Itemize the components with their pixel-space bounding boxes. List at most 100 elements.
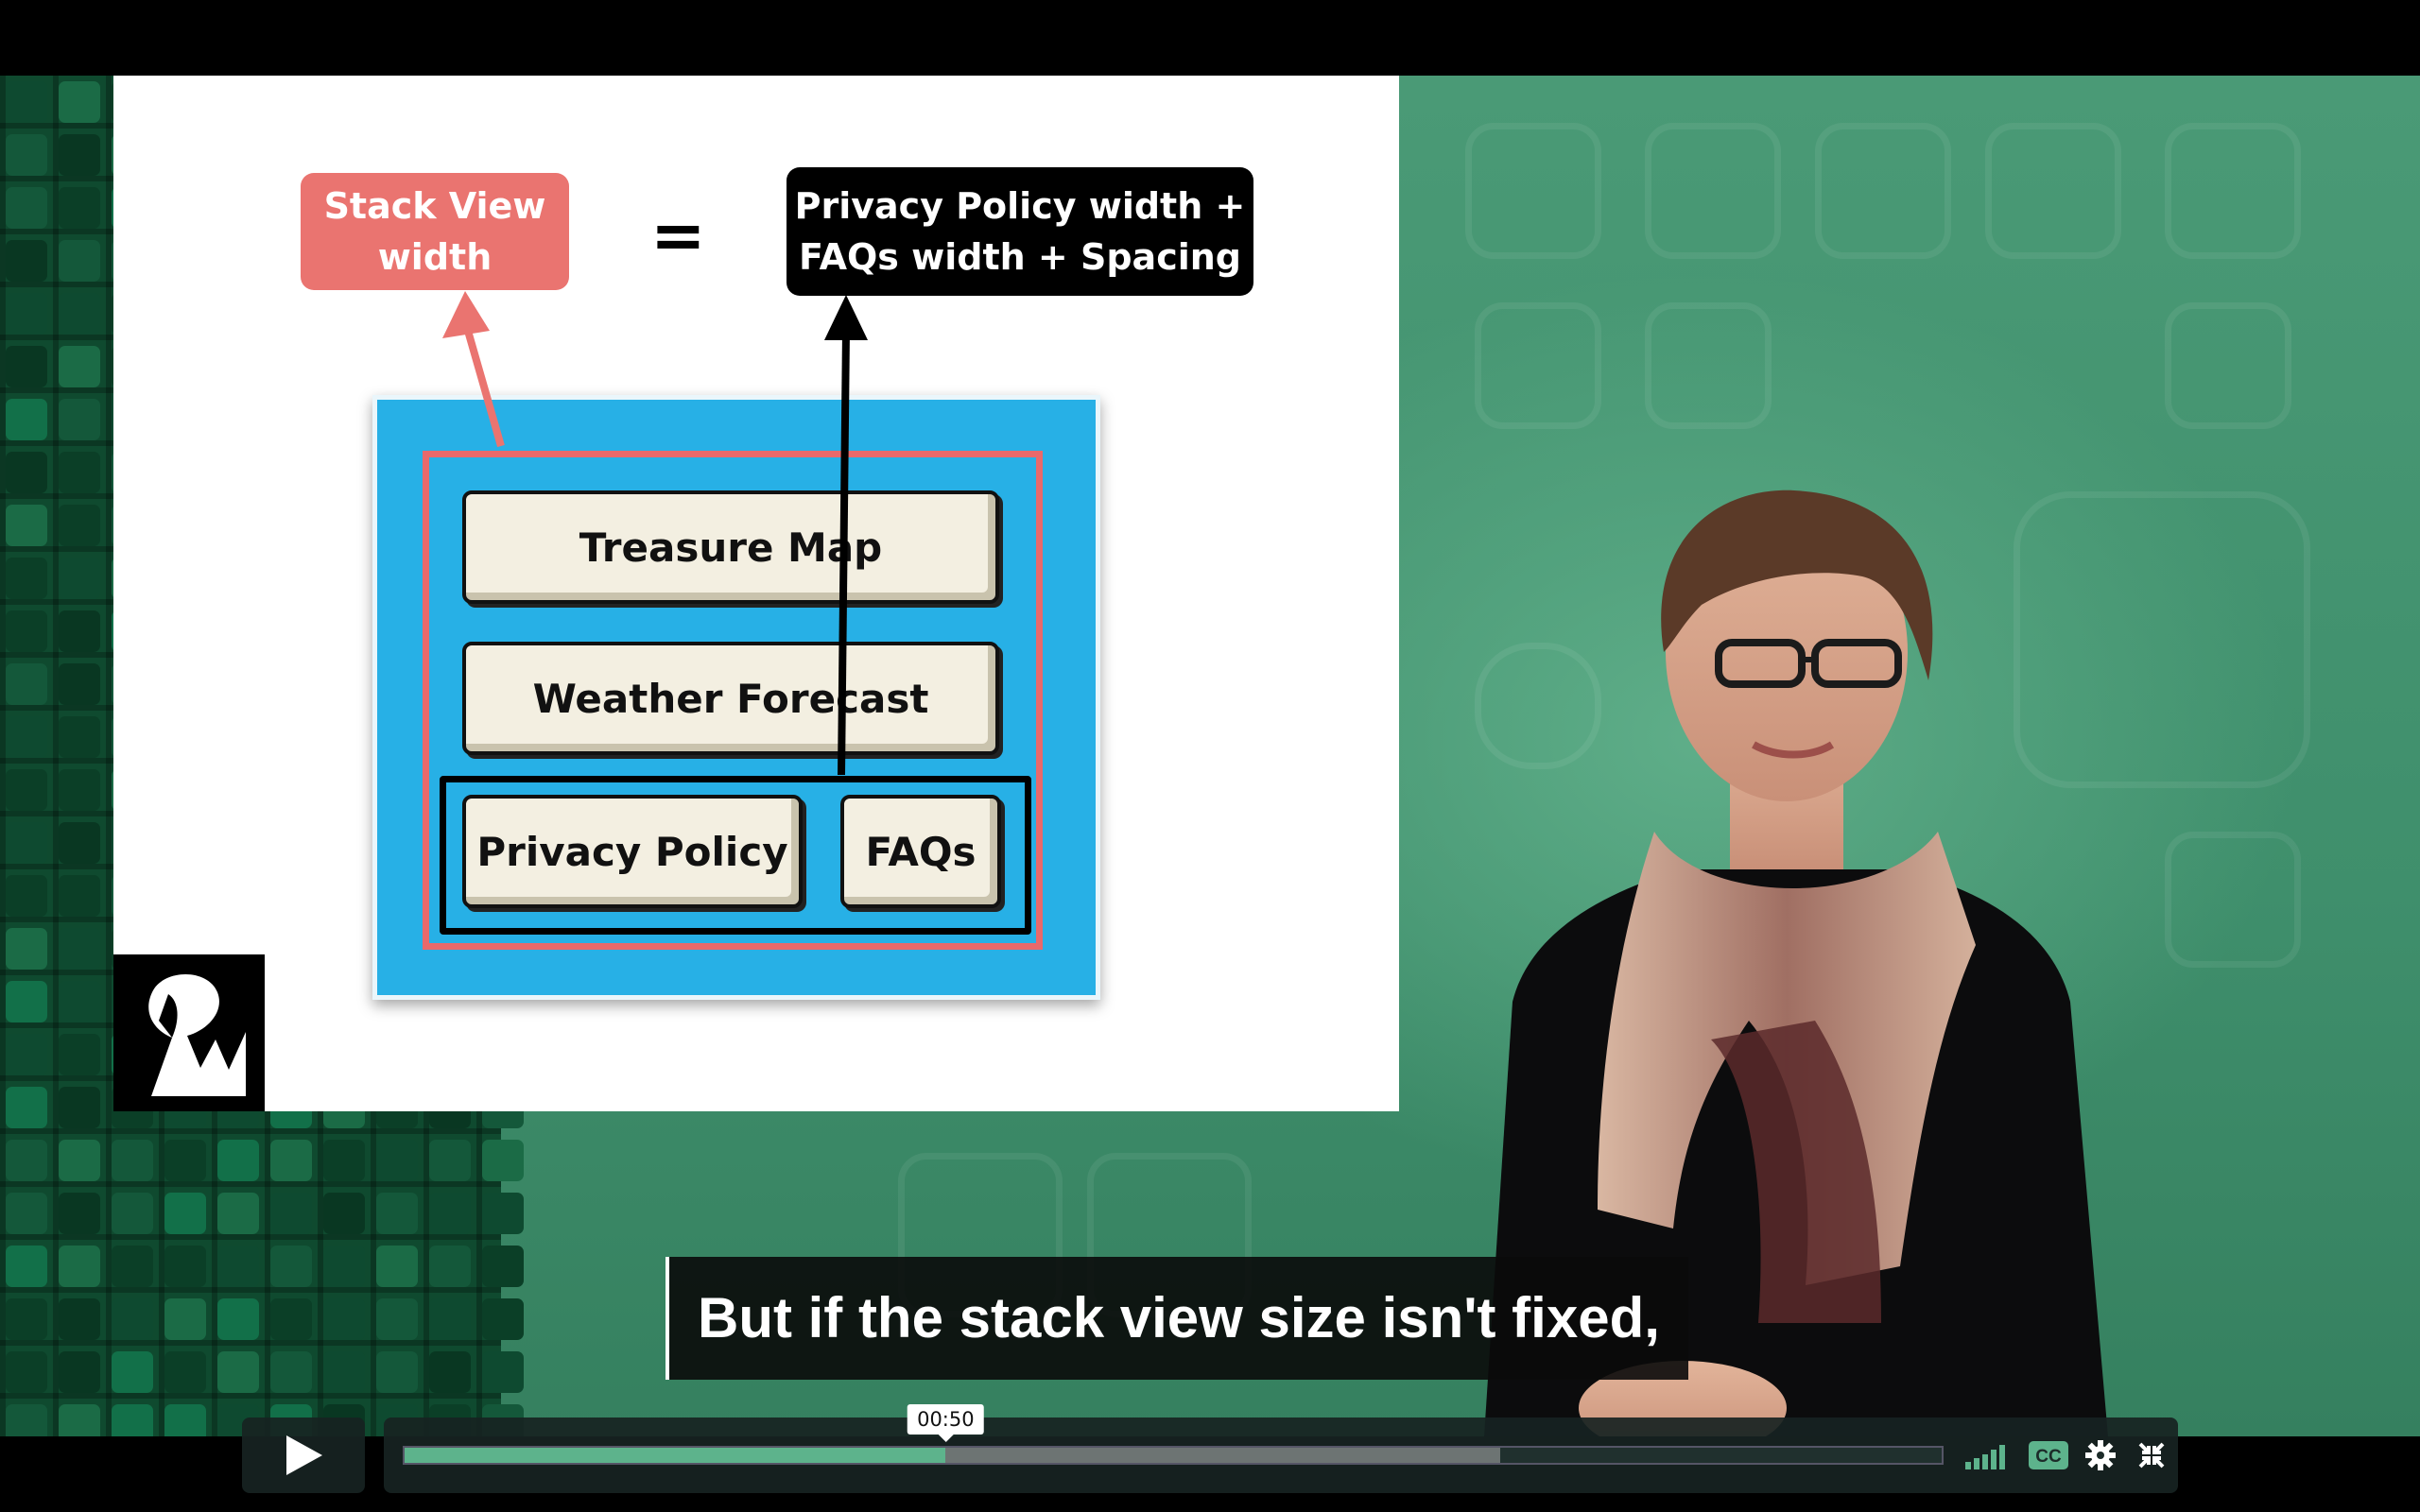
wall-tile bbox=[112, 1246, 153, 1287]
wall-tile bbox=[59, 240, 100, 282]
wall-tile bbox=[6, 81, 47, 123]
cc-label: CC bbox=[2035, 1447, 2062, 1467]
wall-tile bbox=[59, 716, 100, 758]
wall-tile bbox=[164, 1351, 206, 1393]
wall-tile bbox=[59, 610, 100, 652]
progress-bar[interactable]: 00:50 bbox=[403, 1404, 1944, 1465]
wall-tile bbox=[270, 1298, 312, 1340]
wall-tile bbox=[6, 187, 47, 229]
background-icon bbox=[1475, 302, 1601, 429]
wall-tile bbox=[6, 1034, 47, 1075]
background-icon bbox=[1645, 123, 1781, 259]
wall-tile bbox=[429, 1351, 471, 1393]
background-icon bbox=[1465, 123, 1601, 259]
weather-forecast-plank: Weather Forecast bbox=[462, 642, 999, 755]
wall-tile bbox=[59, 1087, 100, 1128]
wall-tile bbox=[6, 1140, 47, 1181]
wall-tile bbox=[6, 1246, 47, 1287]
video-player: Stack View width = Privacy Policy width … bbox=[0, 0, 2420, 1512]
equals-sign: = bbox=[650, 197, 706, 274]
wall-tile bbox=[59, 1246, 100, 1287]
wall-tile bbox=[6, 875, 47, 917]
wall-tile bbox=[429, 1246, 471, 1287]
wall-tile bbox=[323, 1193, 365, 1234]
stack-view-diagram: Treasure Map Weather Forecast Privacy Po… bbox=[372, 395, 1100, 1000]
wall-tile bbox=[429, 1140, 471, 1181]
play-button[interactable] bbox=[242, 1418, 365, 1493]
exit-fullscreen-icon[interactable] bbox=[2135, 1436, 2169, 1474]
wall-tile bbox=[6, 346, 47, 387]
wall-tile bbox=[59, 187, 100, 229]
wall-tile bbox=[6, 134, 47, 176]
presentation-slide: Stack View width = Privacy Policy width … bbox=[113, 76, 1399, 1111]
wall-tile bbox=[429, 1298, 471, 1340]
wall-tile bbox=[6, 240, 47, 282]
wall-tile bbox=[59, 293, 100, 335]
wall-tile bbox=[376, 1193, 418, 1234]
wall-tile bbox=[6, 928, 47, 970]
wall-tile bbox=[270, 1140, 312, 1181]
wall-tile bbox=[112, 1351, 153, 1393]
wall-tile bbox=[59, 1404, 100, 1436]
background-icon bbox=[1645, 302, 1772, 429]
player-controls: 00:50 CC bbox=[242, 1404, 2178, 1493]
wall-tile bbox=[217, 1246, 259, 1287]
wall-tile bbox=[59, 505, 100, 546]
wall-tile bbox=[376, 1140, 418, 1181]
wall-tile bbox=[59, 822, 100, 864]
wall-tile bbox=[323, 1298, 365, 1340]
raywenderlich-logo-icon bbox=[113, 954, 265, 1111]
wall-tile bbox=[59, 81, 100, 123]
wall-tile bbox=[323, 1351, 365, 1393]
wall-tile bbox=[6, 1298, 47, 1340]
volume-bars-icon[interactable] bbox=[1964, 1436, 2014, 1474]
wall-tile bbox=[6, 293, 47, 335]
wall-tile bbox=[164, 1246, 206, 1287]
wall-tile bbox=[270, 1351, 312, 1393]
wall-tile bbox=[6, 981, 47, 1022]
wall-tile bbox=[6, 452, 47, 493]
play-icon bbox=[286, 1435, 322, 1475]
wall-tile bbox=[6, 1087, 47, 1128]
wall-tile bbox=[323, 1246, 365, 1287]
wall-tile bbox=[59, 134, 100, 176]
closed-captions-button[interactable]: CC bbox=[2029, 1436, 2068, 1474]
hover-time-tooltip: 00:50 bbox=[908, 1404, 984, 1442]
width-formula-label: Privacy Policy width + FAQs width + Spac… bbox=[786, 167, 1253, 296]
stack-view-width-label: Stack View width bbox=[301, 173, 569, 290]
horizontal-stack-outline bbox=[440, 776, 1031, 935]
video-frame[interactable]: Stack View width = Privacy Policy width … bbox=[0, 76, 2420, 1436]
wall-tile bbox=[59, 1351, 100, 1393]
wall-tile bbox=[59, 1034, 100, 1075]
wall-tile bbox=[217, 1298, 259, 1340]
wall-tile bbox=[323, 1140, 365, 1181]
background-icon bbox=[2165, 302, 2291, 429]
wall-tile bbox=[217, 1193, 259, 1234]
wall-tile bbox=[59, 769, 100, 811]
control-bar: 00:50 CC bbox=[384, 1404, 2178, 1493]
progress-played bbox=[405, 1448, 946, 1463]
wall-tile bbox=[270, 1246, 312, 1287]
gear-icon[interactable] bbox=[2082, 1436, 2119, 1474]
wall-tile bbox=[6, 822, 47, 864]
wall-tile bbox=[6, 1193, 47, 1234]
wall-tile bbox=[112, 1140, 153, 1181]
wall-tile bbox=[59, 1140, 100, 1181]
wall-tile bbox=[112, 1298, 153, 1340]
wall-tile bbox=[6, 769, 47, 811]
wall-tile bbox=[59, 399, 100, 440]
wall-tile bbox=[112, 1404, 153, 1436]
wall-tile bbox=[164, 1298, 206, 1340]
wall-tile bbox=[6, 399, 47, 440]
wall-tile bbox=[6, 1404, 47, 1436]
wall-tile bbox=[59, 663, 100, 705]
red-arrowhead bbox=[442, 291, 490, 338]
background-icon bbox=[2165, 123, 2301, 259]
wall-tile bbox=[59, 981, 100, 1022]
wall-tile bbox=[482, 1246, 524, 1287]
wall-tile bbox=[429, 1193, 471, 1234]
wall-tile bbox=[482, 1351, 524, 1393]
wall-tile bbox=[270, 1193, 312, 1234]
wall-tile bbox=[6, 1351, 47, 1393]
wall-tile bbox=[59, 1193, 100, 1234]
